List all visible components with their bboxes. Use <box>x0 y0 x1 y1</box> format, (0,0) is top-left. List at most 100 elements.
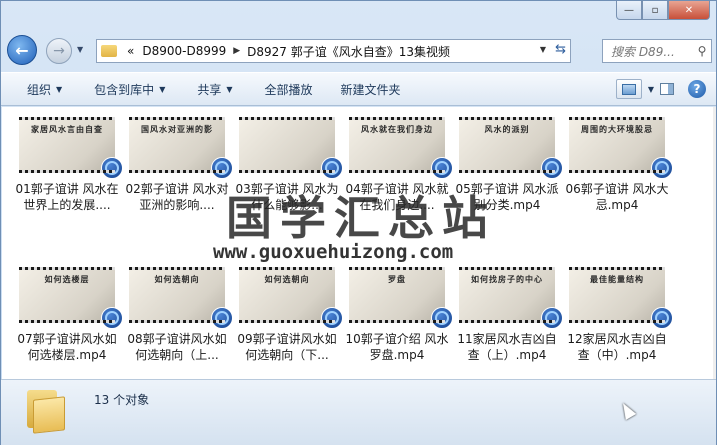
details-pane: 13 个对象 <box>1 379 716 445</box>
media-player-icon <box>211 157 233 179</box>
file-list-pane[interactable]: 家居风水言由自查 01郭子谊讲 风水在世界上的发展.... 国风水对亚洲的影 02郭子… <box>2 107 716 379</box>
recent-pages-dropdown-icon[interactable]: ▼ <box>77 45 83 54</box>
breadcrumb-item[interactable]: D8927 郭子谊《风水自查》13集视频 <box>243 43 454 60</box>
thumbnail-frame: 家居风水言由自查 <box>19 120 115 170</box>
file-name: 05郭子谊讲 风水派别分类.mp4 <box>455 182 559 212</box>
forward-button[interactable]: → <box>46 38 72 64</box>
include-in-library-button[interactable]: 包含到库中 ▼ <box>74 81 177 98</box>
thumbnail-caption: 最佳能量结构 <box>590 274 644 284</box>
change-view-button[interactable] <box>615 79 642 99</box>
file-item[interactable]: 国风水对亚洲的影 02郭子谊讲 风水对亚洲的影响.... <box>122 117 233 267</box>
toolbar-label: 包含到库中 <box>94 82 155 97</box>
explorer-window: — ▫ ✕ ← → ▼ « D8900-D8999 ▶ D8927 郭子谊《风水… <box>0 0 717 445</box>
folder-icon <box>23 390 67 434</box>
file-item[interactable]: 如何选朝向 09郭子谊讲风水如何选朝向（下... <box>232 267 343 379</box>
item-count: 13 个对象 <box>94 393 150 407</box>
file-name: 06郭子谊讲 风水大忌.mp4 <box>565 182 669 212</box>
thumbnail-caption: 如何选楼层 <box>44 274 90 284</box>
media-player-icon <box>321 307 343 329</box>
address-bar[interactable]: « D8900-D8999 ▶ D8927 郭子谊《风水自查》13集视频 ▼ ⇆ <box>96 39 571 63</box>
video-thumbnail: 风水的派别 <box>459 117 563 179</box>
thumbnail-frame <box>239 120 335 170</box>
video-thumbnail: 如何找房子的中心 <box>459 267 563 329</box>
thumbnail-frame: 如何选朝向 <box>239 270 335 320</box>
file-item[interactable]: 周围的大环境股忌 06郭子谊讲 风水大忌.mp4 <box>562 117 673 267</box>
thumbnail-caption: 风水的派别 <box>484 124 530 134</box>
search-icon[interactable]: ⚲ <box>693 44 711 58</box>
file-item[interactable]: 如何找房子的中心 11家居风水吉凶自查（上）.mp4 <box>452 267 563 379</box>
media-player-icon <box>431 307 453 329</box>
address-history-dropdown-icon[interactable]: ▼ <box>540 45 546 54</box>
file-item[interactable]: 风水就在我们身边 04郭子谊讲 风水就在我们身边.... <box>342 117 453 267</box>
caret-down-icon[interactable]: ▼ <box>648 85 654 94</box>
chevron-right-icon[interactable]: ▶ <box>230 46 243 56</box>
media-player-icon <box>541 307 563 329</box>
share-menu-button[interactable]: 共享 ▼ <box>177 81 244 98</box>
file-item[interactable]: 如何选楼层 07郭子谊讲风水如何选楼层.mp4 <box>12 267 123 379</box>
file-item[interactable]: 家居风水言由自查 01郭子谊讲 风水在世界上的发展.... <box>12 117 123 267</box>
help-icon[interactable]: ? <box>688 80 706 98</box>
video-thumbnail: 如何选楼层 <box>19 267 123 329</box>
maximize-button[interactable]: ▫ <box>642 1 668 20</box>
mouse-cursor-icon <box>617 400 637 420</box>
view-icon <box>621 83 636 95</box>
caret-down-icon: ▼ <box>159 84 166 94</box>
media-player-icon <box>101 307 123 329</box>
new-folder-button[interactable]: 新建文件夹 <box>325 81 413 98</box>
video-thumbnail: 最佳能量结构 <box>569 267 673 329</box>
toolbar-right-group: ▼ ? <box>615 79 706 99</box>
thumbnail-frame: 罗盘 <box>349 270 445 320</box>
search-input[interactable]: 搜索 D89... <box>611 43 693 60</box>
minimize-button[interactable]: — <box>616 1 642 20</box>
back-button[interactable]: ← <box>7 35 37 65</box>
breadcrumb-overflow[interactable]: « <box>123 44 138 58</box>
media-player-icon <box>101 157 123 179</box>
video-thumbnail: 家居风水言由自查 <box>19 117 123 179</box>
file-item[interactable]: 如何选朝向 08郭子谊讲风水如何选朝向（上... <box>122 267 233 379</box>
file-item[interactable]: 03郭子谊讲 风水为什么能够影... <box>232 117 343 267</box>
video-thumbnail <box>239 117 343 179</box>
thumbnail-frame: 周围的大环境股忌 <box>569 120 665 170</box>
window-controls: — ▫ ✕ <box>616 1 710 20</box>
title-bar: — ▫ ✕ <box>1 1 716 29</box>
thumbnail-caption: 罗盘 <box>388 274 406 284</box>
file-name: 04郭子谊讲 风水就在我们身边.... <box>345 182 449 212</box>
search-box[interactable]: 搜索 D89... ⚲ <box>602 39 712 63</box>
toolbar-label: 组织 <box>27 82 52 97</box>
file-item[interactable]: 最佳能量结构 12家居风水吉凶自查（中）.mp4 <box>562 267 673 379</box>
video-thumbnail: 风水就在我们身边 <box>349 117 453 179</box>
thumbnail-caption: 如何选朝向 <box>154 274 200 284</box>
video-thumbnail: 周围的大环境股忌 <box>569 117 673 179</box>
thumbnail-frame: 风水就在我们身边 <box>349 120 445 170</box>
media-player-icon <box>541 157 563 179</box>
close-button[interactable]: ✕ <box>668 1 710 20</box>
thumbnail-frame: 最佳能量结构 <box>569 270 665 320</box>
breadcrumb-item[interactable]: D8900-D8999 <box>138 44 230 58</box>
thumbnail-caption: 家居风水言由自查 <box>31 124 103 134</box>
file-name: 10郭子谊介绍 风水罗盘.mp4 <box>345 332 449 362</box>
folder-icon <box>101 45 117 57</box>
file-item[interactable]: 风水的派别 05郭子谊讲 风水派别分类.mp4 <box>452 117 563 267</box>
thumbnail-frame: 国风水对亚洲的影 <box>129 120 225 170</box>
media-player-icon <box>321 157 343 179</box>
folder-front-shape <box>33 396 65 434</box>
play-all-button[interactable]: 全部播放 <box>245 81 325 98</box>
thumbnail-frame: 风水的派别 <box>459 120 555 170</box>
file-name: 03郭子谊讲 风水为什么能够影... <box>235 182 339 212</box>
thumbnail-frame: 如何选楼层 <box>19 270 115 320</box>
media-player-icon <box>651 307 673 329</box>
video-thumbnail: 罗盘 <box>349 267 453 329</box>
thumbnail-caption: 如何选朝向 <box>264 274 310 284</box>
organize-menu-button[interactable]: 组织 ▼ <box>1 81 74 98</box>
video-thumbnail: 如何选朝向 <box>239 267 343 329</box>
command-toolbar: 组织 ▼ 包含到库中 ▼ 共享 ▼ 全部播放 新建文件夹 ▼ ? <box>1 72 716 106</box>
vertical-scrollbar[interactable] <box>713 107 716 379</box>
file-name: 12家居风水吉凶自查（中）.mp4 <box>567 332 667 362</box>
file-name: 09郭子谊讲风水如何选朝向（下... <box>237 332 337 362</box>
preview-pane-icon[interactable] <box>660 83 674 95</box>
file-item[interactable]: 罗盘 10郭子谊介绍 风水罗盘.mp4 <box>342 267 453 379</box>
refresh-icon[interactable]: ⇆ <box>555 42 566 57</box>
thumbnail-frame: 如何找房子的中心 <box>459 270 555 320</box>
file-name: 01郭子谊讲 风水在世界上的发展.... <box>15 182 119 212</box>
thumbnail-caption: 如何找房子的中心 <box>471 274 543 284</box>
